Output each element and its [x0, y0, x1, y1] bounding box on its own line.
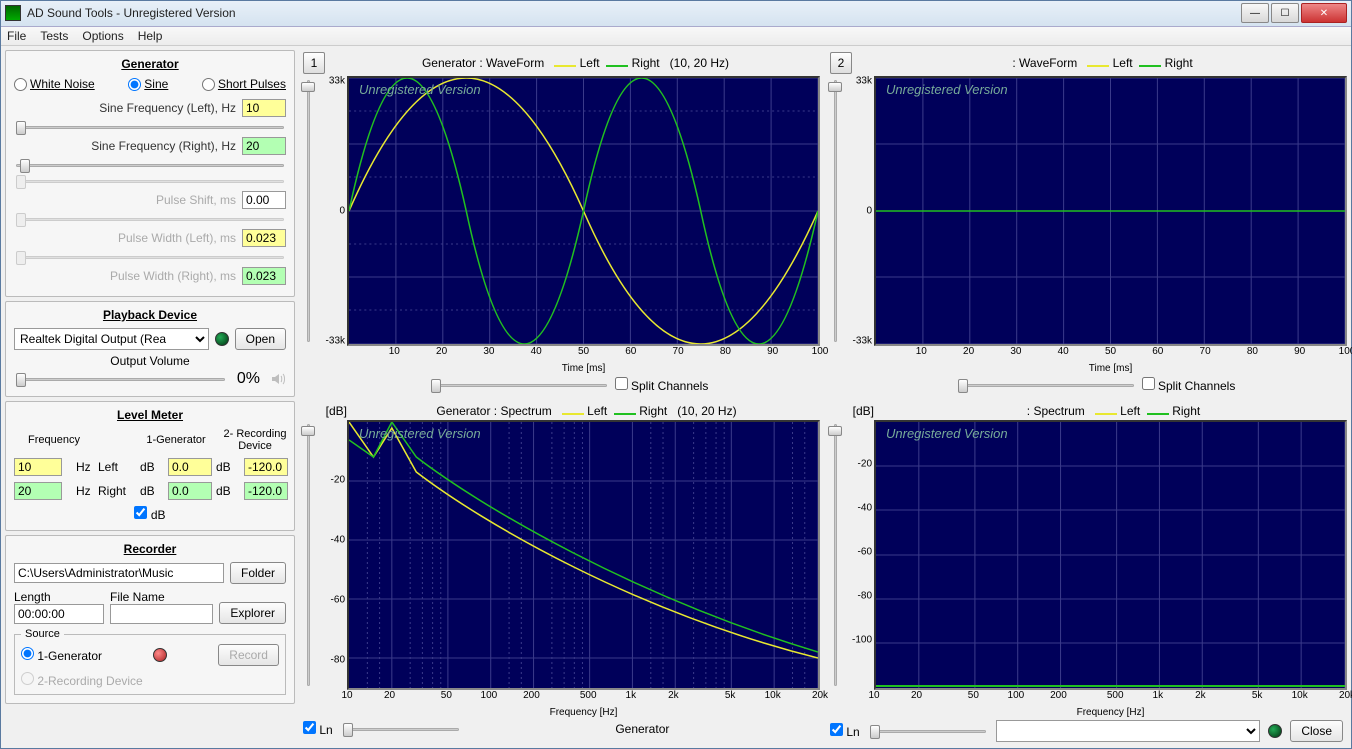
playback-title: Playback Device [14, 308, 286, 322]
source-fieldset: Source 1-Generator Record 2-Recording De… [14, 628, 286, 695]
chart-1-vslider[interactable] [299, 76, 317, 346]
chart-2-button[interactable]: 2 [830, 52, 852, 74]
filename-input[interactable] [110, 604, 213, 624]
sine-right-label: Sine Frequency (Right), Hz [91, 139, 236, 153]
chart-2-vslider[interactable] [826, 76, 844, 346]
chart-2-waveform: 2 : WaveForm Left Right 33k 0 -33k [826, 50, 1347, 396]
pulse-width-right-input [242, 267, 286, 285]
recorder-panel: Recorder Folder Length File Name Explore… [5, 535, 295, 704]
menubar: File Tests Options Help [1, 27, 1351, 46]
recorder-title: Recorder [14, 542, 286, 556]
chart-3-vslider[interactable] [299, 420, 317, 690]
chart-1-waveform: 1 Generator : WaveForm Left Right (10, 2… [299, 50, 820, 396]
chart-4-plot: Unregistered Version [874, 420, 1347, 690]
pulse-shift-label: Pulse Shift, ms [156, 193, 236, 207]
bottom-led-icon [1268, 724, 1282, 738]
chart-4-hslider[interactable] [868, 724, 988, 738]
radio-sine[interactable]: Sine [128, 77, 168, 91]
chart-4-spectrum: [dB] : Spectrum Left Right -20 -40 -60 -… [826, 402, 1347, 744]
chart-1-plot: Unregistered Version [347, 76, 820, 346]
close-button[interactable]: Close [1290, 720, 1343, 742]
output-volume-slider[interactable] [14, 372, 227, 386]
pulse-width-left-label: Pulse Width (Left), ms [118, 231, 236, 245]
filename-label: File Name [110, 590, 213, 604]
source-generator-radio[interactable]: 1-Generator [21, 647, 102, 663]
chart-2-hslider[interactable] [956, 378, 1136, 392]
playback-led-icon [215, 332, 229, 346]
app-icon [5, 5, 21, 21]
sine-right-slider[interactable] [14, 158, 286, 172]
chart-3-plot: Unregistered Version [347, 420, 820, 690]
playback-device-select[interactable]: Realtek Digital Output (Rea [14, 328, 209, 350]
sine-left-label: Sine Frequency (Left), Hz [99, 101, 236, 115]
menu-options[interactable]: Options [82, 29, 123, 43]
split-channels-1[interactable]: Split Channels [615, 377, 709, 393]
freq-left-input[interactable] [14, 458, 62, 476]
menu-tests[interactable]: Tests [40, 29, 68, 43]
generator-title: Generator [14, 57, 286, 71]
chart-3-spectrum: [dB] Generator : Spectrum Left Right (10… [299, 402, 820, 744]
pulse-width-left-slider [14, 212, 286, 226]
length-input [14, 604, 104, 624]
generator-label: Generator [469, 722, 816, 736]
output-volume-label: Output Volume [14, 354, 286, 368]
speaker-icon [270, 371, 286, 387]
split-channels-2[interactable]: Split Channels [1142, 377, 1236, 393]
gen-right-value [168, 482, 212, 500]
length-label: Length [14, 590, 104, 604]
playback-panel: Playback Device Realtek Digital Output (… [5, 301, 295, 397]
chart-2-plot: Unregistered Version [874, 76, 1347, 346]
minimize-button[interactable]: — [1241, 3, 1269, 23]
pulse-shift-slider [14, 174, 286, 188]
close-window-button[interactable]: ✕ [1301, 3, 1347, 23]
record-path-input[interactable] [14, 563, 224, 583]
pulse-width-right-slider [14, 250, 286, 264]
menu-help[interactable]: Help [138, 29, 163, 43]
maximize-button[interactable]: ☐ [1271, 3, 1299, 23]
record-led-icon [153, 648, 167, 662]
titlebar: AD Sound Tools - Unregistered Version — … [1, 1, 1351, 27]
db-checkbox[interactable]: dB [134, 508, 165, 522]
generator-panel: Generator White Noise Sine Short Pulses … [5, 50, 295, 297]
gen-left-value [168, 458, 212, 476]
device-select-bottom[interactable] [996, 720, 1261, 742]
sine-left-slider[interactable] [14, 120, 286, 134]
ln-checkbox-2[interactable]: Ln [830, 723, 860, 739]
menu-file[interactable]: File [7, 29, 26, 43]
pulse-width-right-label: Pulse Width (Right), ms [110, 269, 236, 283]
chart-3-hslider[interactable] [341, 722, 461, 736]
folder-button[interactable]: Folder [230, 562, 286, 584]
source-recording-radio: 2-Recording Device [21, 672, 279, 688]
explorer-button[interactable]: Explorer [219, 602, 286, 624]
freq-right-input[interactable] [14, 482, 62, 500]
open-button[interactable]: Open [235, 328, 286, 350]
sine-left-input[interactable] [242, 99, 286, 117]
level-title: Level Meter [14, 408, 286, 422]
ln-checkbox-1[interactable]: Ln [303, 721, 333, 737]
chart-1-hslider[interactable] [429, 378, 609, 392]
chart-4-vslider[interactable] [826, 420, 844, 690]
pulse-width-left-input [242, 229, 286, 247]
app-window: AD Sound Tools - Unregistered Version — … [0, 0, 1352, 749]
window-title: AD Sound Tools - Unregistered Version [27, 6, 1241, 20]
output-volume-value: 0% [237, 370, 260, 388]
sine-right-input[interactable] [242, 137, 286, 155]
record-button[interactable]: Record [218, 644, 279, 666]
pulse-shift-input [242, 191, 286, 209]
chart-1-button[interactable]: 1 [303, 52, 325, 74]
radio-short-pulses[interactable]: Short Pulses [202, 77, 286, 91]
rec-right-value [244, 482, 288, 500]
level-meter-panel: Level Meter Frequency 1-Generator 2- Rec… [5, 401, 295, 531]
radio-white-noise[interactable]: White Noise [14, 77, 95, 91]
rec-left-value [244, 458, 288, 476]
